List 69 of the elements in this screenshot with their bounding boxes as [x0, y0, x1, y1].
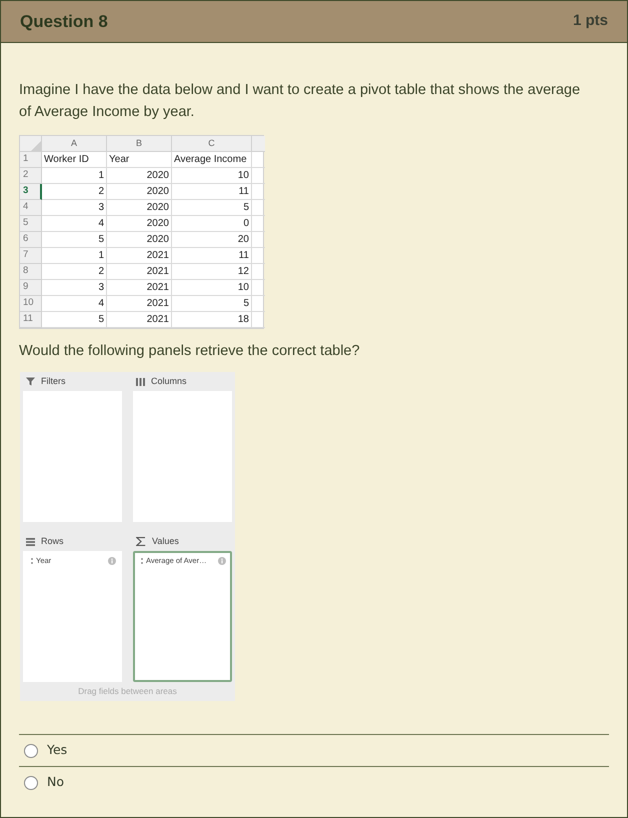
- table-cell: Worker ID: [42, 152, 107, 168]
- answer-label: Yes: [47, 741, 68, 760]
- filter-icon: [26, 377, 35, 386]
- table-cell: 2: [42, 184, 107, 200]
- table-cell: 20: [172, 232, 252, 248]
- question-text: Would the following panels retrieve the correct table?: [19, 342, 361, 361]
- table-cell: 1: [42, 168, 107, 184]
- table-cell: 1: [42, 248, 107, 264]
- table-cell: 2: [42, 264, 107, 280]
- radio-button[interactable]: [24, 776, 38, 790]
- table-cell: 11: [172, 248, 252, 264]
- rows-icon: [26, 538, 35, 546]
- row-number[interactable]: 7: [20, 248, 42, 264]
- table-cell: 5: [42, 312, 107, 328]
- table-cell: 4: [42, 216, 107, 232]
- points-label: 1 pts: [572, 11, 608, 32]
- answer-label: No: [47, 773, 64, 792]
- table-cell: 2020: [107, 200, 172, 216]
- row-number[interactable]: 9: [20, 280, 42, 296]
- table-cell: Year: [107, 152, 172, 168]
- table-cell: 2020: [107, 168, 172, 184]
- area-label: Rows: [41, 534, 64, 548]
- column-header[interactable]: C: [172, 136, 252, 152]
- radio-button[interactable]: [24, 744, 38, 758]
- area-label: Filters: [41, 374, 66, 388]
- column-header[interactable]: B: [107, 136, 172, 152]
- info-icon[interactable]: [108, 557, 116, 565]
- table-cell: 10: [172, 280, 252, 296]
- table-cell: 2021: [107, 280, 172, 296]
- table-cell: 3: [42, 200, 107, 216]
- table-cell: 10: [172, 168, 252, 184]
- row-number[interactable]: 10: [20, 296, 42, 312]
- table-cell: 2020: [107, 216, 172, 232]
- table-cell: 11: [172, 184, 252, 200]
- table-cell: 2020: [107, 184, 172, 200]
- table-cell: 2021: [107, 296, 172, 312]
- row-number[interactable]: 5: [20, 216, 42, 232]
- column-header[interactable]: [252, 136, 265, 152]
- row-number[interactable]: 6: [20, 232, 42, 248]
- table-cell: 0: [172, 216, 252, 232]
- drag-handle-icon: [141, 558, 143, 564]
- table-cell: 2021: [107, 248, 172, 264]
- table-cell: 3: [42, 280, 107, 296]
- table-cell: 5: [172, 296, 252, 312]
- table-cell: 12: [172, 264, 252, 280]
- table-cell: 4: [42, 296, 107, 312]
- row-number[interactable]: 3: [20, 184, 42, 200]
- table-cell: 18: [172, 312, 252, 328]
- table-cell: 2020: [107, 232, 172, 248]
- area-label: Values: [152, 534, 179, 548]
- sigma-icon: [136, 537, 146, 546]
- row-number[interactable]: 1: [20, 152, 42, 168]
- table-cell: 5: [42, 232, 107, 248]
- row-number[interactable]: 8: [20, 264, 42, 280]
- table-cell: 2021: [107, 312, 172, 328]
- area-label: Columns: [151, 374, 187, 388]
- row-number[interactable]: 11: [20, 312, 42, 328]
- row-number[interactable]: 4: [20, 200, 42, 216]
- column-header[interactable]: A: [42, 136, 107, 152]
- question-text: Imagine I have the data below and I want to create a pivot table that shows the average of Average Income by year.: [19, 81, 582, 122]
- question-title: Question 8: [20, 10, 108, 33]
- columns-icon: [136, 378, 145, 386]
- table-cell: 2021: [107, 264, 172, 280]
- table-cell: 5: [172, 200, 252, 216]
- info-icon[interactable]: [218, 557, 226, 565]
- panel-hint: Drag fields between areas: [78, 685, 177, 698]
- row-number[interactable]: 2: [20, 168, 42, 184]
- drag-handle-icon: [31, 558, 33, 564]
- table-cell: Average Income: [172, 152, 252, 168]
